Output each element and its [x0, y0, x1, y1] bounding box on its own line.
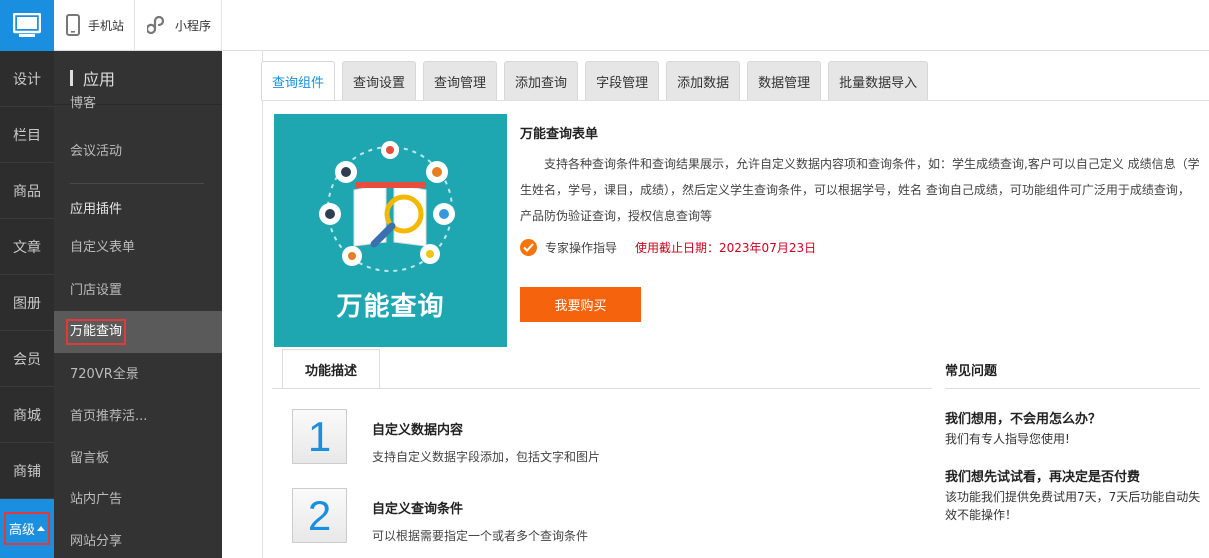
rail-item-design[interactable]: 设计 [0, 51, 54, 107]
faq-question-2: 我们想先试试看，再决定是否付费 [945, 470, 1141, 485]
rail-item-columns[interactable]: 栏目 [0, 107, 54, 163]
feature-title-1: 自定义数据内容 [372, 423, 464, 438]
miniprogram-button[interactable]: 小程序 [135, 0, 223, 50]
check-icon [520, 239, 537, 256]
faq-answer-1: 我们有专人指导您使用! [945, 432, 1070, 446]
feature-title-2: 自定义查询条件 [372, 502, 464, 517]
rail-item-albums[interactable]: 图册 [0, 275, 54, 331]
advanced-label: 高级 [8, 523, 35, 538]
faq-question-1: 我们想用，不会用怎么办？ [945, 412, 1102, 427]
sidebar-item-vr[interactable]: 720VR全景 [54, 356, 222, 394]
feature-desc-2: 可以根据需要指定一个或者多个查询条件 [372, 529, 589, 543]
rail-item-articles[interactable]: 文章 [0, 219, 54, 275]
tab-field-management[interactable]: 字段管理 [585, 61, 660, 100]
expert-guide-row: 专家操作指导 使用截止日期：2023年07月23日 [520, 239, 816, 256]
advanced-highlight: 高级 [3, 512, 50, 545]
caret-up-icon [37, 526, 45, 531]
tab-query-settings[interactable]: 查询设置 [342, 61, 417, 100]
sidebar-heading-label: 应用 [83, 69, 116, 89]
app-sidebar: 应用 博客 会议活动 应用插件 自定义表单 门店设置 万能查询 720VR全景 … [54, 51, 222, 558]
product-description: 支持各种查询条件和查询结果展示，允许自定义数据内容项和查询条件，如：学生成绩查询… [520, 157, 1200, 223]
sidebar-item-custom-form[interactable]: 自定义表单 [54, 229, 222, 267]
expert-guide-label: 专家操作指导 [545, 241, 618, 255]
rail-item-members[interactable]: 会员 [0, 331, 54, 387]
sidebar-item-guestbook[interactable]: 留言板 [54, 440, 222, 478]
tab-query-component[interactable]: 查询组件 [261, 61, 336, 100]
buy-button[interactable]: 我要购买 [520, 287, 641, 322]
rail-item-advanced[interactable]: 高级 [0, 499, 54, 558]
query-tabs: 查询组件 查询设置 查询管理 添加查询 字段管理 添加数据 数据管理 批量数据导… [261, 61, 929, 100]
rail-item-mall[interactable]: 商城 [0, 387, 54, 443]
heading-bar [70, 69, 73, 86]
phone-icon [66, 14, 80, 36]
tab-query-management[interactable]: 查询管理 [423, 61, 498, 100]
tab-feature-description[interactable]: 功能描述 [282, 349, 380, 389]
monitor-icon [13, 12, 41, 37]
desktop-site-button[interactable] [0, 0, 54, 51]
miniprogram-label: 小程序 [175, 18, 212, 33]
miniprogram-icon [147, 15, 165, 35]
tab-bulk-import[interactable]: 批量数据导入 [828, 61, 929, 100]
rail-item-products[interactable]: 商品 [0, 163, 54, 219]
sidebar-item-site-share[interactable]: 网站分享 [54, 523, 222, 558]
sidebar-item-universal-query[interactable]: 万能查询 [54, 311, 222, 353]
sidebar-item-site-ads[interactable]: 站内广告 [54, 481, 222, 519]
main-nav-rail: 设计 栏目 商品 文章 图册 会员 商城 商铺 高级 [0, 0, 54, 558]
rail-item-shops[interactable]: 商铺 [0, 443, 54, 499]
sidebar-divider [70, 183, 204, 184]
deadline-text: 使用截止日期：2023年07月23日 [635, 241, 817, 255]
mobile-site-label: 手机站 [88, 18, 125, 33]
feature-number-1: 1 [292, 409, 347, 464]
faq-heading: 常见问题 [945, 364, 998, 379]
content-left-border [262, 51, 263, 558]
universal-query-label: 万能查询 [66, 319, 127, 345]
product-title: 万能查询表单 [520, 127, 599, 142]
tabs-underline [261, 100, 1209, 101]
product-hero-image: 万能查询 [274, 114, 507, 347]
tab-data-management[interactable]: 数据管理 [747, 61, 822, 100]
feature-number-2: 2 [292, 488, 347, 543]
query-illustration [319, 141, 455, 272]
faq-answer-2: 该功能我们提供免费试用7天，7天后功能自动失效不能操作！ [945, 490, 1201, 522]
feature-desc-1: 支持自定义数据字段添加，包括文字和图片 [372, 450, 601, 464]
hero-title: 万能查询 [336, 292, 445, 322]
features-divider [272, 388, 932, 389]
sidebar-item-blog[interactable]: 博客 [54, 94, 222, 114]
mobile-site-button[interactable]: 手机站 [54, 0, 136, 50]
faq-divider [945, 388, 1200, 389]
tab-add-query[interactable]: 添加查询 [504, 61, 579, 100]
sidebar-item-meeting[interactable]: 会议活动 [54, 133, 222, 171]
sidebar-item-homepage-recommend[interactable]: 首页推荐活... [54, 398, 222, 436]
top-bar: 手机站 小程序 [54, 0, 1209, 51]
sidebar-section-plugins: 应用插件 [70, 202, 123, 217]
tab-add-data[interactable]: 添加数据 [666, 61, 741, 100]
sidebar-item-store-settings[interactable]: 门店设置 [54, 272, 222, 310]
